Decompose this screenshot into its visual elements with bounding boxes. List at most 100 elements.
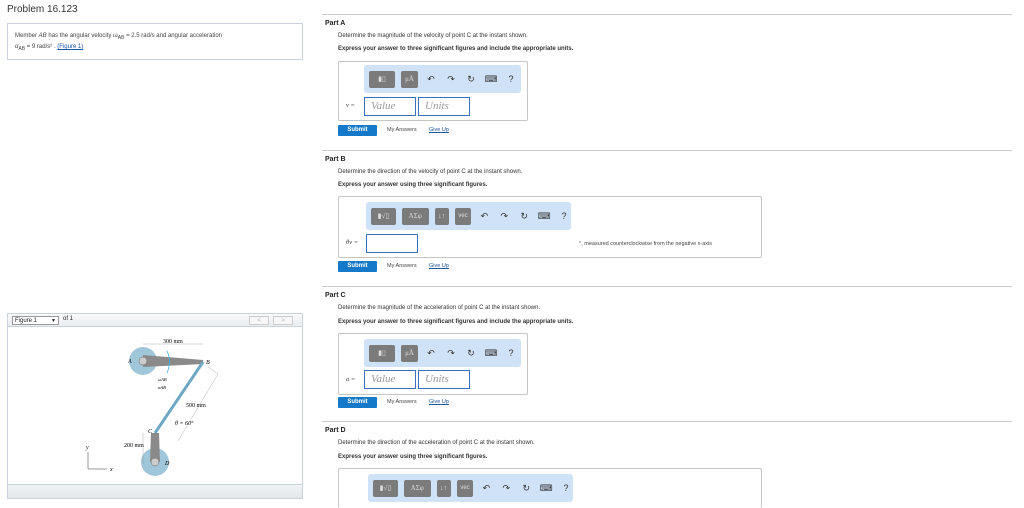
part-header: Part C: [325, 292, 346, 299]
reset-icon[interactable]: ↻: [519, 483, 533, 494]
variable-label: θv =: [346, 239, 359, 246]
question-text: Determine the direction of the velocity …: [338, 169, 523, 175]
math-toolbar: ▮√▯ ΑΣφ ↓↑ vec ↶ ↷ ↻ ⌨ ?: [366, 202, 571, 230]
label-a: A: [127, 359, 132, 365]
sort-button[interactable]: ↓↑: [436, 479, 451, 497]
value-input[interactable]: Value: [364, 370, 416, 389]
undo-icon[interactable]: ↶: [477, 211, 491, 222]
math-toolbar: ▮√▯ ΑΣφ ↓↑ vec ↶ ↷ ↻ ⌨ ?: [368, 474, 573, 502]
undo-icon[interactable]: ↶: [424, 348, 438, 359]
part-a: Part A Determine the magnitude of the ve…: [322, 18, 1012, 143]
math-toolbar: ▮▯ μÅ ↶ ↷ ↻ ⌨ ?: [364, 65, 521, 93]
next-figure-button[interactable]: >: [273, 316, 293, 325]
keyboard-icon[interactable]: ⌨: [539, 483, 553, 494]
divider: [322, 286, 1012, 287]
greek-button[interactable]: ΑΣφ: [403, 479, 431, 497]
answer-box: ▮√▯ ΑΣφ ↓↑ vec ↶ ↷ ↻ ⌨ ? θv = °, measure…: [338, 196, 762, 258]
my-answers-link[interactable]: My Answers: [387, 399, 417, 405]
help-button[interactable]: ?: [504, 74, 518, 84]
link-ab: [143, 355, 203, 367]
help-button[interactable]: ?: [557, 211, 571, 221]
give-up-link[interactable]: Give Up: [429, 263, 449, 269]
problem-title: Problem 16.123: [7, 4, 78, 15]
redo-icon[interactable]: ↷: [499, 483, 513, 494]
templates-button[interactable]: ▮√▯: [371, 207, 396, 225]
templates-button[interactable]: ▮▯: [369, 344, 395, 362]
divider: [322, 14, 1012, 15]
part-header: Part D: [325, 427, 346, 434]
statement-text: = 2.5 rad/s and angular acceleration: [124, 33, 222, 39]
figure-header: Figure 1 ▼ of 1 < >: [8, 314, 302, 327]
question-text: Determine the direction of the accelerat…: [338, 440, 535, 446]
figure-count: of 1: [63, 316, 74, 322]
instruction-text: Express your answer to three significant…: [338, 319, 574, 325]
instruction-text: Express your answer to three significant…: [338, 46, 574, 52]
part-c: Part C Determine the magnitude of the ac…: [322, 290, 1012, 415]
help-button[interactable]: ?: [559, 483, 573, 493]
divider: [322, 150, 1012, 151]
question-text: Determine the magnitude of the accelerat…: [338, 305, 541, 311]
my-answers-link[interactable]: My Answers: [387, 127, 417, 133]
help-button[interactable]: ?: [504, 348, 518, 358]
keyboard-icon[interactable]: ⌨: [484, 74, 498, 85]
question-text: Determine the magnitude of the velocity …: [338, 33, 528, 39]
reset-icon[interactable]: ↻: [517, 211, 531, 222]
units-input[interactable]: Units: [418, 97, 470, 116]
divider: [322, 421, 1012, 422]
give-up-link[interactable]: Give Up: [429, 127, 449, 133]
label-alpha: αAB: [158, 385, 166, 390]
redo-icon[interactable]: ↷: [444, 348, 458, 359]
angle-note: °, measured counterclockwise from the ne…: [579, 241, 713, 247]
keyboard-icon[interactable]: ⌨: [537, 211, 551, 222]
answer-box: ▮▯ μÅ ↶ ↷ ↻ ⌨ ? a = Value Units: [338, 333, 528, 395]
statement-text: Member: [15, 33, 39, 39]
reset-icon[interactable]: ↻: [464, 74, 478, 85]
axis-x-label: x: [109, 467, 113, 473]
statement-text: = 9 rad/s² .: [25, 44, 58, 51]
reset-icon[interactable]: ↻: [464, 348, 478, 359]
member-label: AB: [38, 33, 47, 39]
units-button[interactable]: μÅ: [401, 344, 418, 362]
units-button[interactable]: μÅ: [401, 70, 418, 88]
keyboard-icon[interactable]: ⌨: [484, 348, 498, 359]
sort-button[interactable]: ↓↑: [434, 207, 449, 225]
mechanism-diagram: 300 mm A B C D ωAB αAB 500 mm θ = 60° 20…: [85, 339, 219, 476]
prev-figure-button[interactable]: <: [249, 316, 269, 325]
dim-300: 300 mm: [163, 339, 183, 345]
value-input[interactable]: Value: [364, 97, 416, 116]
submit-button[interactable]: Submit: [338, 261, 377, 272]
angle-input[interactable]: [366, 234, 418, 253]
label-b: B: [206, 360, 210, 366]
figure-link[interactable]: (Figure 1): [57, 44, 83, 50]
vector-button[interactable]: vec: [454, 207, 472, 225]
figure-select[interactable]: Figure 1 ▼: [12, 316, 59, 325]
templates-button[interactable]: ▮√▯: [373, 479, 398, 497]
label-omega: ωAB: [158, 377, 167, 382]
part-b: Part B Determine the direction of the ve…: [322, 154, 1012, 279]
redo-icon[interactable]: ↷: [444, 74, 458, 85]
give-up-link[interactable]: Give Up: [429, 399, 449, 405]
figure-panel: Figure 1 ▼ of 1 < > 300 mm A B C D ωAB αA…: [7, 313, 303, 499]
my-answers-link[interactable]: My Answers: [387, 263, 417, 269]
axis-y-label: y: [85, 445, 89, 451]
instruction-text: Express your answer using three signific…: [338, 454, 488, 460]
variable-label: v =: [346, 102, 355, 109]
redo-icon[interactable]: ↷: [497, 211, 511, 222]
greek-button[interactable]: ΑΣφ: [401, 207, 429, 225]
statement-text: has the angular velocity ω: [46, 33, 118, 39]
submit-button[interactable]: Submit: [338, 397, 377, 408]
part-d: Part D Determine the direction of the ac…: [322, 425, 1012, 508]
answer-box: ▮▯ μÅ ↶ ↷ ↻ ⌨ ? v = Value Units: [338, 61, 528, 121]
templates-button[interactable]: ▮▯: [369, 70, 395, 88]
submit-button[interactable]: Submit: [338, 125, 377, 136]
vector-button[interactable]: vec: [456, 479, 474, 497]
variable-label: a =: [346, 376, 356, 383]
units-input[interactable]: Units: [418, 370, 470, 389]
dim-500: 500 mm: [186, 403, 206, 409]
part-header: Part A: [325, 20, 346, 27]
instruction-text: Express your answer using three signific…: [338, 182, 488, 188]
undo-icon[interactable]: ↶: [424, 74, 438, 85]
dim-200: 200 mm: [124, 443, 144, 449]
undo-icon[interactable]: ↶: [479, 483, 493, 494]
label-d: D: [164, 461, 170, 467]
